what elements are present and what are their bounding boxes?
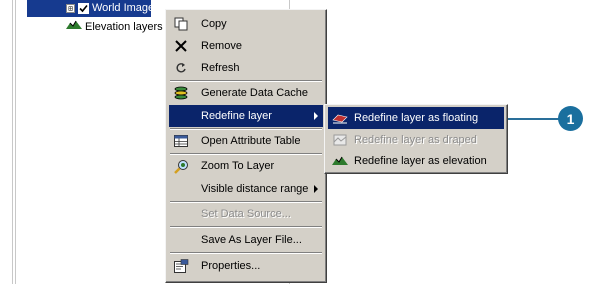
menu-separator xyxy=(170,226,322,228)
menu-item-label: Generate Data Cache xyxy=(201,87,309,99)
submenu-item-draped: Redefine layer as draped xyxy=(328,129,504,151)
callout-leader-line xyxy=(508,118,560,120)
menu-item-refresh[interactable]: Refresh xyxy=(169,57,323,79)
menu-item-zoom-to-layer[interactable]: Zoom To Layer xyxy=(169,155,323,177)
menu-item-label: Copy xyxy=(201,18,227,30)
layer-world-image[interactable]: ⊞ World Image xyxy=(66,2,154,14)
menu-item-label: Refresh xyxy=(201,62,240,74)
menu-item-generate-data-cache[interactable]: Generate Data Cache xyxy=(169,82,323,104)
elevation-layers-icon xyxy=(66,20,82,33)
floating-layer-icon xyxy=(332,111,348,125)
layer-visibility-checkbox[interactable] xyxy=(78,2,89,14)
menu-item-copy[interactable]: Copy xyxy=(169,13,323,35)
table-icon xyxy=(173,134,189,148)
submenu-item-elevation[interactable]: Redefine layer as elevation xyxy=(328,150,504,172)
elevation-layer-icon xyxy=(332,154,348,168)
panel-border-left-inner xyxy=(15,0,16,284)
layer-label: Elevation layers xyxy=(85,20,163,33)
submenu-item-label: Redefine layer as elevation xyxy=(354,155,487,167)
copy-icon xyxy=(173,17,189,31)
menu-item-label: Open Attribute Table xyxy=(201,135,301,147)
menu-item-label: Visible distance range xyxy=(201,183,309,195)
layer-elevation-layers[interactable]: Elevation layers xyxy=(66,20,163,33)
menu-item-label: Redefine layer xyxy=(201,110,272,122)
remove-icon xyxy=(173,39,189,53)
submenu-item-floating[interactable]: Redefine layer as floating xyxy=(328,107,504,129)
panel-border-left xyxy=(12,0,13,284)
menu-item-visible-distance-range[interactable]: Visible distance range xyxy=(169,178,323,200)
menu-item-properties[interactable]: Properties... xyxy=(169,255,323,277)
menu-item-label: Properties... xyxy=(201,260,261,272)
callout-number-badge: 1 xyxy=(558,106,583,131)
menu-item-save-as-layer-file[interactable]: Save As Layer File... xyxy=(169,229,323,251)
submenu-arrow-icon xyxy=(314,185,318,193)
menu-item-label: Set Data Source... xyxy=(201,208,291,220)
menu-item-label: Remove xyxy=(201,40,242,52)
submenu-arrow-icon xyxy=(314,112,318,120)
properties-icon xyxy=(173,259,189,273)
refresh-icon xyxy=(173,61,189,75)
menu-item-label: Save As Layer File... xyxy=(201,234,302,246)
draped-layer-icon xyxy=(332,133,348,147)
menu-item-label: Zoom To Layer xyxy=(201,160,275,172)
submenu-item-label: Redefine layer as draped xyxy=(354,134,477,146)
expand-icon[interactable]: ⊞ xyxy=(66,3,75,13)
context-menu: Copy Remove Refresh Generate Data Cache … xyxy=(165,9,327,283)
layer-label: World Image xyxy=(92,2,155,14)
menu-item-redefine-layer[interactable]: Redefine layer xyxy=(169,105,323,127)
redefine-layer-submenu: Redefine layer as floating Redefine laye… xyxy=(324,104,508,174)
menu-item-open-attribute-table[interactable]: Open Attribute Table xyxy=(169,130,323,152)
menu-item-remove[interactable]: Remove xyxy=(169,35,323,57)
check-icon xyxy=(79,4,88,12)
submenu-item-label: Redefine layer as floating xyxy=(354,112,479,124)
menu-item-set-data-source: Set Data Source... xyxy=(169,203,323,225)
data-cache-icon xyxy=(173,86,189,100)
menu-separator xyxy=(170,252,322,254)
zoom-icon xyxy=(173,159,189,174)
